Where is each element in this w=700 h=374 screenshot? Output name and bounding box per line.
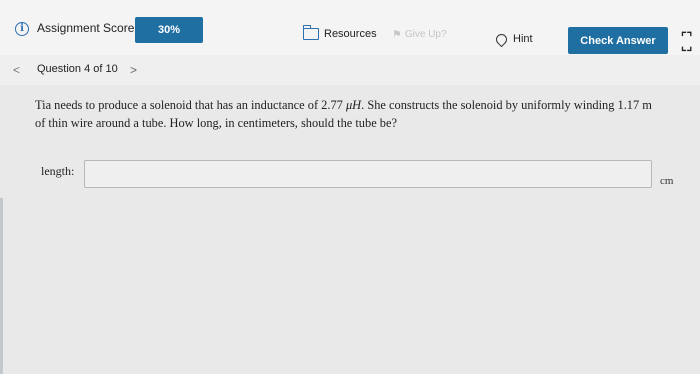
- question-text-part: Tia needs to produce a solenoid that has…: [35, 98, 346, 112]
- unit-label: cm: [660, 175, 674, 187]
- give-up-button[interactable]: ⚑ Give Up?: [392, 25, 447, 43]
- question-counter: Question 4 of 10: [37, 63, 118, 75]
- lightbulb-icon: [493, 31, 510, 47]
- flag-icon: ⚑: [392, 28, 402, 41]
- check-answer-button[interactable]: Check Answer: [568, 27, 668, 54]
- folder-icon: [302, 25, 319, 40]
- question-text: Tia needs to produce a solenoid that has…: [35, 96, 675, 132]
- previous-question-button[interactable]: <: [13, 63, 20, 77]
- length-input[interactable]: [84, 160, 652, 188]
- hint-label: Hint: [513, 33, 533, 45]
- assignment-score-label: Assignment Score:: [37, 21, 138, 35]
- question-nav: < Question 4 of 10 >: [0, 55, 700, 85]
- assignment-window: i Assignment Score: 30% Resources ⚑ Give…: [0, 0, 700, 374]
- hint-button[interactable]: Hint: [493, 30, 533, 48]
- inductance-unit: μH: [345, 98, 362, 112]
- resources-label: Resources: [324, 28, 377, 40]
- question-text-part: . She constructs the solenoid by uniform…: [361, 98, 652, 112]
- question-text-part: of thin wire around a tube. How long, in…: [35, 116, 397, 130]
- give-up-label: Give Up?: [404, 28, 447, 40]
- length-label: length:: [41, 164, 75, 178]
- next-question-button[interactable]: >: [130, 63, 137, 77]
- top-toolbar: i Assignment Score: 30% Resources ⚑ Give…: [0, 0, 700, 56]
- resources-button[interactable]: Resources: [302, 25, 377, 43]
- info-icon[interactable]: i: [15, 22, 29, 36]
- expand-icon[interactable]: ⌜⌝ ⌞⌟: [681, 31, 695, 52]
- assignment-score-badge: 30%: [135, 17, 203, 43]
- left-border: [0, 198, 3, 374]
